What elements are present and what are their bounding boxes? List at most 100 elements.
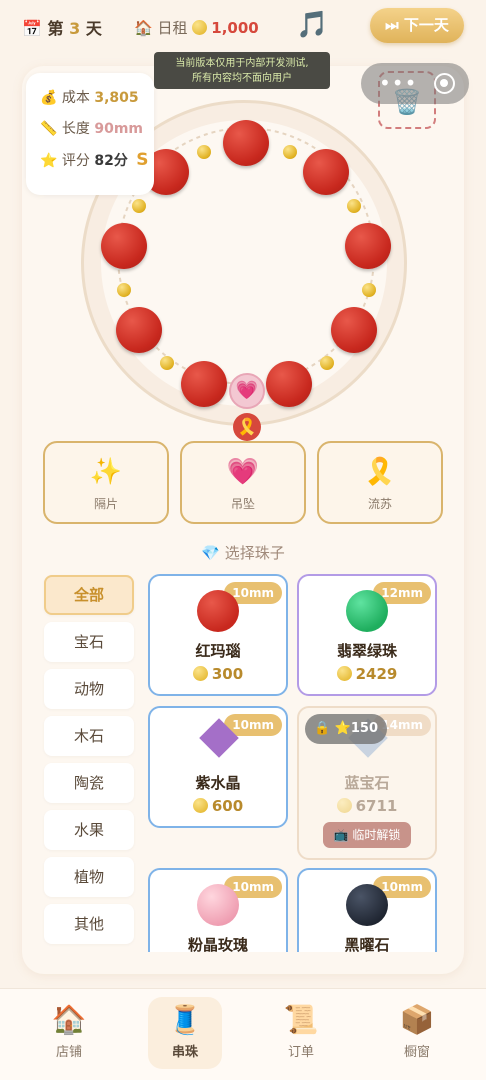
- spacer-bead[interactable]: [160, 356, 174, 370]
- category-ceramic[interactable]: 陶瓷: [44, 763, 134, 803]
- bead-swatch: [197, 884, 239, 926]
- bead-swatch: [197, 590, 239, 632]
- close-target-icon[interactable]: [434, 73, 455, 94]
- money-bag-icon: 💰: [40, 90, 58, 106]
- nav-beading[interactable]: 🧵 串珠: [148, 997, 222, 1069]
- temp-unlock-button[interactable]: 📺 临时解锁: [323, 822, 411, 848]
- bead-grid: 10mm 红玛瑙 300 12mm 翡翠绿珠 2429 10mm 紫水晶 600…: [148, 570, 444, 952]
- dev-notice: 当前版本仅用于内部开发测试, 所有内容均不面向用户: [154, 52, 330, 89]
- score-value: 82分: [94, 153, 128, 169]
- day-counter: 📅 第 3 天: [22, 15, 102, 39]
- spacer-bead[interactable]: [320, 356, 334, 370]
- heart-icon: 💗: [226, 457, 260, 487]
- lock-badge: 🔒 ⭐150: [305, 714, 387, 744]
- bracelet-bead[interactable]: [181, 361, 227, 407]
- bead-card-sapphire[interactable]: 14mm 🔒 ⭐150 蓝宝石 6711 📺 临时解锁: [297, 706, 437, 860]
- spacer-bead[interactable]: [347, 199, 361, 213]
- bead-card-obsidian[interactable]: 10mm 黑曜石: [297, 868, 437, 952]
- accessory-label: 吊坠: [230, 497, 255, 511]
- day-suffix: 天: [85, 19, 102, 38]
- bead-price: 300: [150, 665, 286, 683]
- accessory-pendant-button[interactable]: 💗 吊坠: [180, 441, 306, 524]
- bracelet-bead[interactable]: [116, 307, 162, 353]
- rent-amount: 1,000: [211, 19, 259, 37]
- bracelet-bead[interactable]: [303, 149, 349, 195]
- accessory-label: 隔片: [93, 497, 118, 511]
- day-prefix: 第: [47, 19, 64, 38]
- category-wood-stone[interactable]: 木石: [44, 716, 134, 756]
- bracelet-bead[interactable]: [266, 361, 312, 407]
- thread-spool-icon: 🧵: [167, 1003, 203, 1036]
- accessory-label: 流苏: [367, 497, 392, 511]
- bead-price: 2429: [299, 665, 435, 683]
- spacer-bead[interactable]: [132, 199, 146, 213]
- bracelet-bead[interactable]: [101, 223, 147, 269]
- stat-length: 📏 长度 90mm: [40, 114, 154, 145]
- category-gem[interactable]: 宝石: [44, 622, 134, 662]
- bead-card-amethyst[interactable]: 10mm 紫水晶 600: [148, 706, 288, 828]
- category-animal[interactable]: 动物: [44, 669, 134, 709]
- category-plant[interactable]: 植物: [44, 857, 134, 897]
- category-fruit[interactable]: 水果: [44, 810, 134, 850]
- accessory-spacer-button[interactable]: ✨ 隔片: [43, 441, 169, 524]
- bead-name: 翡翠绿珠: [336, 642, 397, 660]
- nav-label: 串珠: [171, 1045, 198, 1060]
- spacer-bead[interactable]: [362, 283, 376, 297]
- bead-price: 600: [150, 797, 286, 815]
- spacer-bead[interactable]: [283, 145, 297, 159]
- bracelet-bead[interactable]: [223, 120, 269, 166]
- bead-name: 红玛瑙: [195, 642, 241, 660]
- section-title: 💎 选择珠子: [201, 544, 285, 562]
- stat-cost: 💰 成本 3,805: [40, 83, 154, 114]
- sparkles-icon: ✨: [89, 457, 123, 487]
- coin-icon: [336, 798, 352, 813]
- top-bar: 📅 第 3 天 🏠 日租 1,000 🎵 ⏭ 下一天: [0, 0, 486, 55]
- bracelet-bead[interactable]: [345, 223, 391, 269]
- coin-icon: [192, 666, 208, 681]
- music-icon[interactable]: 🎵: [296, 10, 328, 40]
- accessory-tassel-button[interactable]: 🎗️ 流苏: [317, 441, 443, 524]
- spacer-bead[interactable]: [117, 283, 131, 297]
- rent-label: 日租: [157, 19, 188, 37]
- bead-card-red-agate[interactable]: 10mm 红玛瑙 300: [148, 574, 288, 696]
- package-icon: 📦: [399, 1003, 435, 1036]
- stat-score: ⭐ 评分 82分 S: [40, 145, 154, 176]
- nav-showcase[interactable]: 📦 橱窗: [380, 997, 454, 1069]
- ruler-icon: 📏: [40, 121, 58, 137]
- bracelet-bead[interactable]: [331, 307, 377, 353]
- category-all[interactable]: 全部: [44, 575, 134, 615]
- category-other[interactable]: 其他: [44, 904, 134, 944]
- more-menu-icon[interactable]: •••: [379, 71, 417, 95]
- nav-shop[interactable]: 🏠 店铺: [32, 997, 106, 1069]
- bead-name: 粉晶玫瑰: [187, 936, 248, 952]
- cost-label: 成本: [61, 90, 90, 106]
- pendant-heart-icon[interactable]: 💗: [229, 373, 265, 409]
- grade-badge: S: [136, 150, 149, 170]
- bead-swatch: [346, 590, 388, 632]
- mini-program-capsule: •••: [361, 63, 469, 104]
- bottom-nav: 🏠 店铺 🧵 串珠 📜 订单 📦 橱窗: [0, 988, 486, 1080]
- daily-rent: 🏠 日租 1,000: [134, 17, 259, 38]
- calendar-icon: 📅: [22, 19, 42, 38]
- nav-orders[interactable]: 📜 订单: [264, 997, 338, 1069]
- coin-icon: [192, 798, 208, 813]
- nav-label: 订单: [287, 1045, 314, 1060]
- spacer-bead[interactable]: [197, 145, 211, 159]
- coin-icon: [192, 20, 208, 35]
- bead-name: 蓝宝石: [344, 774, 390, 792]
- bead-card-rose-quartz[interactable]: 10mm 粉晶玫瑰: [148, 868, 288, 952]
- next-day-button[interactable]: ⏭ 下一天: [370, 8, 464, 43]
- coin-icon: [336, 666, 352, 681]
- star-icon: ⭐: [40, 153, 58, 169]
- ribbon-icon: 🎗️: [363, 457, 397, 487]
- bead-card-jade[interactable]: 12mm 翡翠绿珠 2429: [297, 574, 437, 696]
- house-icon: 🏠: [51, 1003, 87, 1036]
- length-label: 长度: [61, 121, 90, 137]
- notice-line-1: 当前版本仅用于内部开发测试,: [175, 58, 309, 69]
- house-icon: 🏠: [134, 19, 153, 37]
- bead-price: 6711: [299, 797, 435, 815]
- tassel-ribbon-icon[interactable]: 🎗️: [233, 413, 261, 441]
- length-value: 90mm: [94, 121, 144, 137]
- score-label: 评分: [61, 153, 90, 169]
- nav-label: 店铺: [55, 1045, 82, 1060]
